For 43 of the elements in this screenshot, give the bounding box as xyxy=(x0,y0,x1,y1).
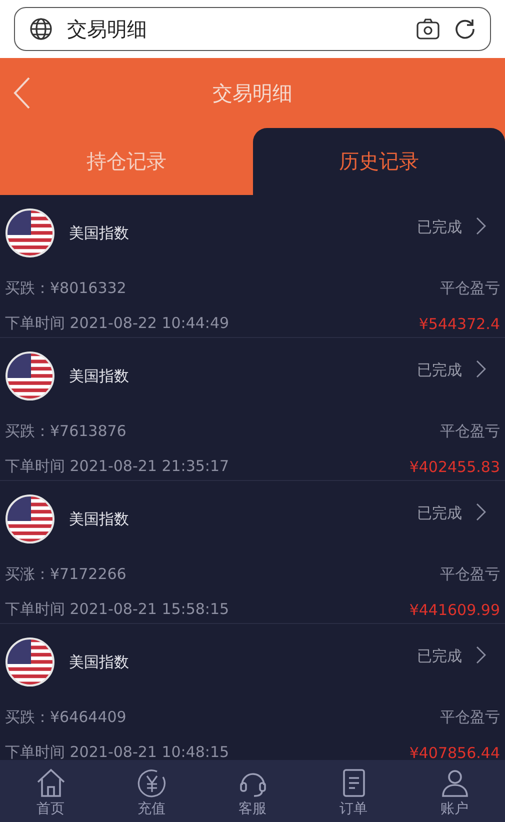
nav-item[interactable]: 首页 xyxy=(0,760,101,822)
pnl-label: 平仓盈亏 xyxy=(440,565,500,584)
trade-amount: 买跌：¥7613876 xyxy=(5,422,126,441)
nav-item[interactable]: 账户 xyxy=(404,760,505,822)
instrument-name: 美国指数 xyxy=(69,366,130,386)
globe-icon xyxy=(29,17,53,41)
camera-icon[interactable] xyxy=(416,18,440,40)
order-time: 下单时间 2021-08-22 10:44:49 xyxy=(5,314,230,333)
nav-item[interactable]: 充值 xyxy=(101,760,202,822)
pnl-amount: ¥544372.4 xyxy=(418,314,500,332)
pnl-label: 平仓盈亏 xyxy=(440,708,500,727)
instrument-name: 美国指数 xyxy=(69,224,130,242)
address-bar[interactable]: 交易明细 xyxy=(14,7,491,51)
order-status: 已完成 xyxy=(417,218,462,237)
trade-amount: 买涨：¥7172266 xyxy=(5,565,126,584)
chevron-right-icon[interactable] xyxy=(476,217,486,235)
order-time: 下单时间 2021-08-21 21:35:17 xyxy=(5,457,230,476)
home-icon xyxy=(36,768,66,798)
yen-circle-icon xyxy=(136,768,166,798)
page-title: 交易明细 xyxy=(67,16,148,42)
order-time: 下单时间 2021-08-21 15:58:15 xyxy=(5,600,230,619)
order-status: 已完成 xyxy=(417,361,462,380)
header-title: 交易明细 xyxy=(212,80,292,106)
chevron-right-icon[interactable] xyxy=(476,503,486,521)
pnl-amount: ¥441609.99 xyxy=(409,600,500,618)
order-time: 下单时间 2021-08-21 10:48:15 xyxy=(5,743,230,760)
pnl-label: 平仓盈亏 xyxy=(440,422,500,441)
pnl-amount: ¥407856.44 xyxy=(409,744,500,760)
chevron-right-icon[interactable] xyxy=(476,360,486,378)
instrument-name: 美国指数 xyxy=(69,652,130,672)
pnl-amount: ¥402455.83 xyxy=(409,458,500,476)
pnl-label: 平仓盈亏 xyxy=(440,279,500,298)
instrument-name: 美国指数 xyxy=(69,510,130,528)
nav-item[interactable]: 客服 xyxy=(202,760,303,822)
chevron-right-icon[interactable] xyxy=(476,646,486,664)
reload-icon[interactable] xyxy=(454,18,476,40)
order-status: 已完成 xyxy=(417,504,462,523)
nav-item[interactable]: 订单 xyxy=(303,760,404,822)
trade-amount: 买跌：¥8016332 xyxy=(5,279,126,298)
tab[interactable]: 历史记录 xyxy=(252,128,505,195)
order-status: 已完成 xyxy=(417,647,462,666)
person-icon xyxy=(440,768,470,798)
trade-amount: 买跌：¥6464409 xyxy=(5,708,126,727)
